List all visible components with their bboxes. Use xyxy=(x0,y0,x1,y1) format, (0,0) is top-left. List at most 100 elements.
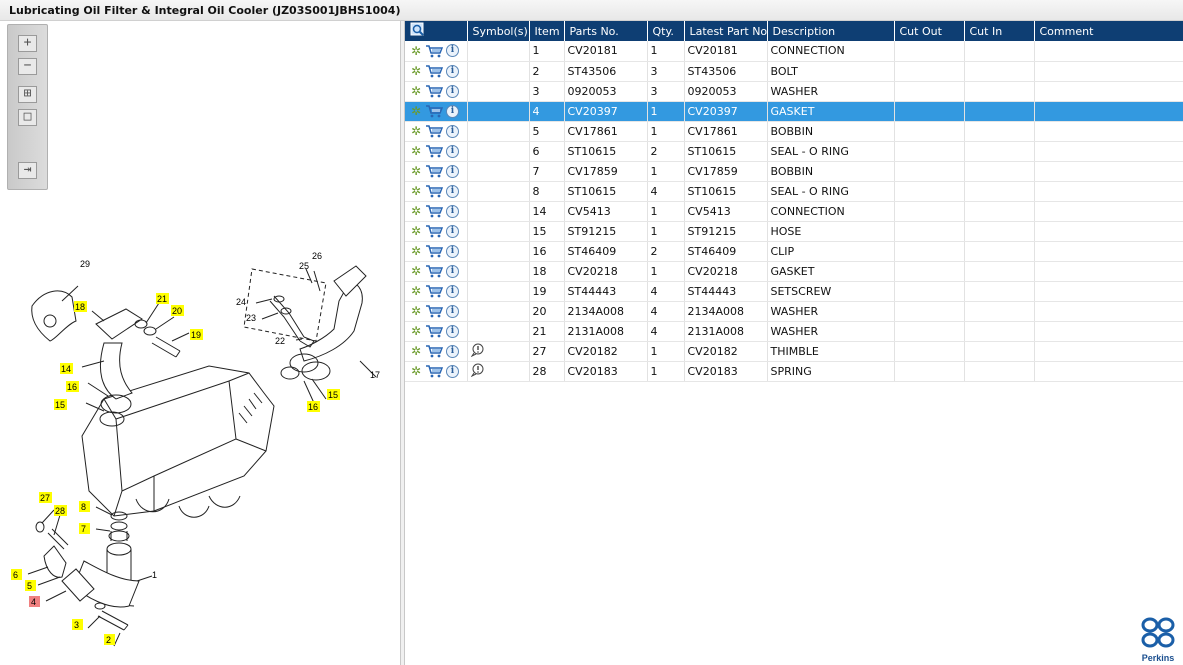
cart-icon[interactable] xyxy=(425,64,443,78)
magnifier-icon[interactable] xyxy=(410,22,426,37)
gear-icon[interactable]: ✲ xyxy=(410,205,422,217)
gear-icon[interactable]: ✲ xyxy=(410,225,422,237)
parts-table: Symbol(s) Item Parts No. Qty. Latest Par… xyxy=(405,21,1183,382)
info-icon[interactable]: i xyxy=(446,324,459,338)
cell-cut-out xyxy=(894,341,965,362)
column-header-cut-in[interactable]: Cut In xyxy=(964,21,1035,41)
note-symbol-icon[interactable] xyxy=(470,343,487,357)
cart-icon[interactable] xyxy=(425,344,443,358)
info-icon[interactable]: i xyxy=(446,144,459,158)
zoom-in-button[interactable]: + xyxy=(18,35,37,52)
export-button[interactable]: ⇥ xyxy=(18,162,37,179)
table-row[interactable]: ✲ i 18 CV20218 1 CV20218 GASKET xyxy=(405,261,1183,282)
info-icon[interactable]: i xyxy=(446,44,459,58)
table-row[interactable]: ✲ i 14 CV5413 1 CV5413 CONNECTION xyxy=(405,201,1183,222)
info-icon[interactable]: i xyxy=(446,284,459,298)
cell-item: 15 xyxy=(529,221,565,242)
cart-icon[interactable] xyxy=(425,204,443,218)
info-icon[interactable]: i xyxy=(446,164,459,178)
parts-grid: Symbol(s) Item Parts No. Qty. Latest Par… xyxy=(405,21,1183,665)
gear-icon[interactable]: ✲ xyxy=(410,65,422,77)
table-row[interactable]: ✲ i 27 CV20182 1 CV20182 THIMBLE xyxy=(405,341,1183,362)
cart-icon[interactable] xyxy=(425,324,443,338)
cart-icon[interactable] xyxy=(425,184,443,198)
gear-icon[interactable]: ✲ xyxy=(410,185,422,197)
gear-icon[interactable]: ✲ xyxy=(410,85,422,97)
note-symbol-icon[interactable] xyxy=(470,363,487,377)
cart-icon[interactable] xyxy=(425,104,443,118)
column-header-comment[interactable]: Comment xyxy=(1034,21,1183,41)
info-icon[interactable]: i xyxy=(446,64,459,78)
table-row[interactable]: ✲ i 5 CV17861 1 CV17861 BOBBIN xyxy=(405,121,1183,142)
search-column-header[interactable] xyxy=(405,21,468,41)
gear-icon[interactable]: ✲ xyxy=(410,285,422,297)
cell-parts-no: CV20397 xyxy=(564,101,648,122)
gear-icon[interactable]: ✲ xyxy=(410,45,422,57)
diagram-pane[interactable]: 29 18 21 20 19 14 16 15 25 26 24 23 22 1… xyxy=(4,21,401,665)
cell-latest-part-no: ST10615 xyxy=(684,181,768,202)
gear-icon[interactable]: ✲ xyxy=(410,145,422,157)
info-icon[interactable]: i xyxy=(446,104,459,118)
cart-icon[interactable] xyxy=(425,304,443,318)
table-row[interactable]: ✲ i 28 CV20183 1 CV20183 SPRING xyxy=(405,361,1183,382)
info-icon[interactable]: i xyxy=(446,264,459,278)
table-row[interactable]: ✲ i 8 ST10615 4 ST10615 SEAL - O RING xyxy=(405,181,1183,202)
cart-icon[interactable] xyxy=(425,224,443,238)
info-icon[interactable]: i xyxy=(446,364,459,378)
gear-icon[interactable]: ✲ xyxy=(410,305,422,317)
info-icon[interactable]: i xyxy=(446,224,459,238)
cart-icon[interactable] xyxy=(425,164,443,178)
cart-icon[interactable] xyxy=(425,264,443,278)
brand-name: Perkins xyxy=(1141,653,1175,663)
exploded-diagram[interactable]: 29 18 21 20 19 14 16 15 25 26 24 23 22 1… xyxy=(4,21,401,665)
cart-icon[interactable] xyxy=(425,124,443,138)
gear-icon[interactable]: ✲ xyxy=(410,265,422,277)
column-header-symbols[interactable]: Symbol(s) xyxy=(467,21,530,41)
table-row[interactable]: ✲ i 15 ST91215 1 ST91215 HOSE xyxy=(405,221,1183,242)
column-header-cut-out[interactable]: Cut Out xyxy=(894,21,965,41)
column-header-description[interactable]: Description xyxy=(767,21,895,41)
gear-icon[interactable]: ✲ xyxy=(410,365,422,377)
gear-icon[interactable]: ✲ xyxy=(410,245,422,257)
table-row[interactable]: ✲ i 4 CV20397 1 CV20397 GASKET xyxy=(405,101,1183,122)
info-icon[interactable]: i xyxy=(446,344,459,358)
fit-view-button[interactable]: ⊞ xyxy=(18,86,37,103)
info-icon[interactable]: i xyxy=(446,304,459,318)
cart-icon[interactable] xyxy=(425,44,443,58)
table-row[interactable]: ✲ i 1 CV20181 1 CV20181 CONNECTION xyxy=(405,41,1183,62)
cell-parts-no: ST91215 xyxy=(564,221,648,242)
reset-view-button[interactable]: □ xyxy=(18,109,37,126)
info-icon[interactable]: i xyxy=(446,124,459,138)
column-header-qty[interactable]: Qty. xyxy=(647,21,685,41)
column-header-latest-part-no[interactable]: Latest Part No. xyxy=(684,21,768,41)
zoom-out-button[interactable]: − xyxy=(18,58,37,75)
table-row[interactable]: ✲ i 20 2134A008 4 2134A008 WASHER xyxy=(405,301,1183,322)
info-icon[interactable]: i xyxy=(446,244,459,258)
cart-icon[interactable] xyxy=(425,144,443,158)
callout-28: 28 xyxy=(55,506,65,516)
info-icon[interactable]: i xyxy=(446,204,459,218)
table-row[interactable]: ✲ i 3 0920053 3 0920053 WASHER xyxy=(405,81,1183,102)
gear-icon[interactable]: ✲ xyxy=(410,325,422,337)
cart-icon[interactable] xyxy=(425,284,443,298)
cart-icon[interactable] xyxy=(425,84,443,98)
cart-icon[interactable] xyxy=(425,244,443,258)
gear-icon[interactable]: ✲ xyxy=(410,165,422,177)
cart-icon[interactable] xyxy=(425,364,443,378)
column-header-parts-no[interactable]: Parts No. xyxy=(564,21,648,41)
gear-icon[interactable]: ✲ xyxy=(410,125,422,137)
table-row[interactable]: ✲ i 2 ST43506 3 ST43506 BOLT xyxy=(405,61,1183,82)
cell-item: 6 xyxy=(529,141,565,162)
info-icon[interactable]: i xyxy=(446,184,459,198)
cell-comment xyxy=(1034,361,1183,382)
table-row[interactable]: ✲ i 21 2131A008 4 2131A008 WASHER xyxy=(405,321,1183,342)
column-header-item[interactable]: Item xyxy=(529,21,565,41)
table-row[interactable]: ✲ i 7 CV17859 1 CV17859 BOBBIN xyxy=(405,161,1183,182)
table-row[interactable]: ✲ i 19 ST44443 4 ST44443 SETSCREW xyxy=(405,281,1183,302)
info-icon[interactable]: i xyxy=(446,84,459,98)
table-row[interactable]: ✲ i 6 ST10615 2 ST10615 SEAL - O RING xyxy=(405,141,1183,162)
gear-icon[interactable]: ✲ xyxy=(410,105,422,117)
table-row[interactable]: ✲ i 16 ST46409 2 ST46409 CLIP xyxy=(405,241,1183,262)
gear-icon[interactable]: ✲ xyxy=(410,345,422,357)
cell-qty: 1 xyxy=(647,201,685,222)
